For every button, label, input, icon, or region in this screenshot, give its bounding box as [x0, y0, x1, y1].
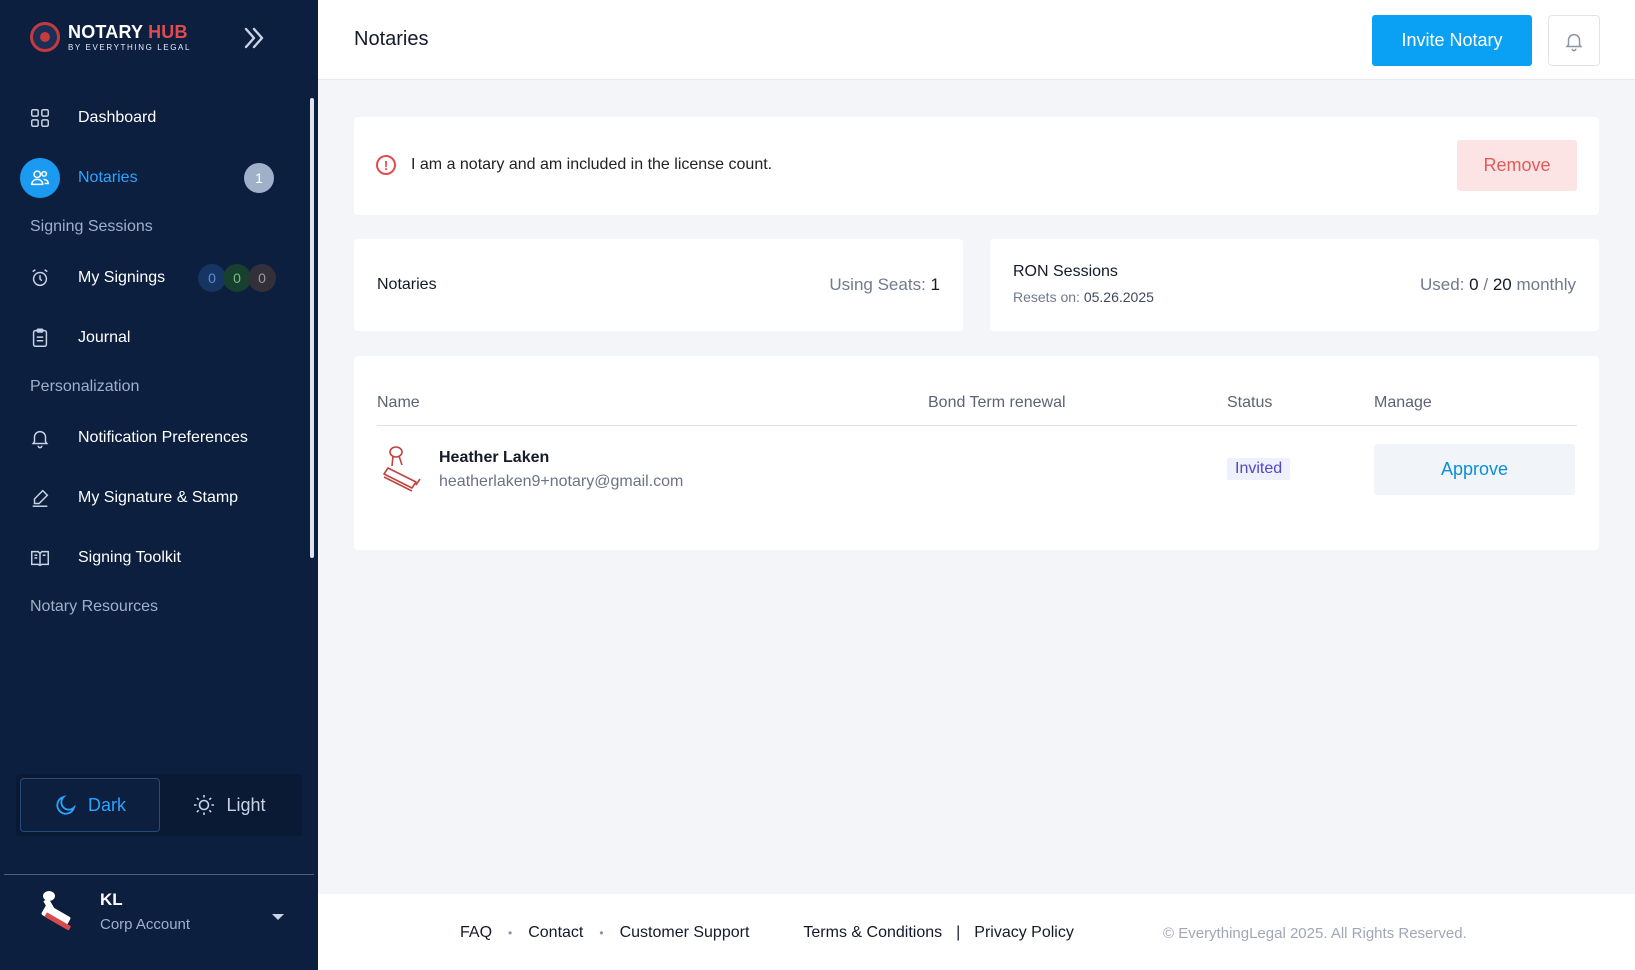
clipboard-icon — [20, 318, 60, 358]
notaries-table: Name Bond Term renewal Status Manage Hea… — [354, 356, 1599, 550]
license-alert-card: ! I am a notary and am included in the l… — [354, 117, 1599, 215]
sidebar-collapse-icon[interactable] — [240, 24, 268, 52]
sidebar-item-journal[interactable]: Journal — [20, 318, 290, 358]
section-title-notary-resources: Notary Resources — [30, 598, 159, 615]
status-badge: Invited — [1227, 458, 1291, 480]
theme-light-label: Light — [226, 794, 266, 815]
footer-link-privacy[interactable]: Privacy Policy — [974, 924, 1074, 942]
sidebar-nav: Dashboard Notaries 1 Signing Sessions My… — [20, 98, 290, 638]
column-header-manage: Manage — [1374, 394, 1432, 411]
sidebar-item-notification-preferences[interactable]: Notification Preferences — [20, 418, 290, 458]
chevron-down-icon[interactable] — [272, 914, 284, 920]
theme-dark-button[interactable]: Dark — [20, 778, 160, 832]
bell-icon — [1565, 33, 1583, 51]
grid-icon — [20, 98, 60, 138]
sidebar-item-label: Journal — [78, 329, 131, 346]
user-initials: KL — [100, 889, 123, 909]
notary-name: Heather Laken — [439, 449, 550, 466]
alert-circle-icon: ! — [376, 155, 396, 175]
footer-dot: • — [508, 926, 513, 940]
signing-count-other: 0 — [248, 264, 276, 292]
stamp-icon — [383, 446, 421, 492]
column-header-bond-term: Bond Term renewal — [928, 394, 1066, 411]
approve-button[interactable]: Approve — [1374, 444, 1575, 495]
brand-seal-icon — [30, 22, 60, 52]
invite-notary-button[interactable]: Invite Notary — [1372, 15, 1532, 66]
section-title-personalization: Personalization — [30, 378, 140, 395]
footer-link-terms[interactable]: Terms & Conditions — [803, 924, 942, 942]
ron-sessions-stat-card: RON Sessions Resets on: 05.26.2025 Used:… — [990, 239, 1599, 331]
sidebar-item-label: Signing Toolkit — [78, 549, 181, 566]
book-icon — [20, 538, 60, 578]
footer: FAQ • Contact • Customer Support Terms &… — [318, 894, 1635, 970]
moon-icon — [56, 795, 76, 815]
sidebar-item-label: My Signings — [78, 269, 166, 286]
page-title: Notaries — [354, 28, 429, 50]
sun-icon — [194, 795, 215, 815]
alarm-clock-icon — [20, 258, 60, 298]
pen-icon — [20, 478, 60, 518]
signing-counts: 0 0 0 — [198, 264, 276, 292]
notaries-stat-card: Notaries Using Seats: 1 — [354, 239, 963, 331]
stamp-avatar-icon — [41, 891, 71, 931]
sidebar-item-my-signings[interactable]: My Signings 0 0 0 — [20, 258, 290, 298]
column-header-status: Status — [1227, 394, 1273, 411]
signing-count-completed: 0 — [223, 264, 251, 292]
notifications-button[interactable] — [1548, 15, 1600, 66]
footer-links: FAQ • Contact • Customer Support Terms &… — [460, 924, 1074, 942]
sidebar-item-label: Dashboard — [78, 109, 157, 126]
user-account-menu[interactable]: KL Corp Account — [32, 886, 190, 936]
bell-icon — [20, 418, 60, 458]
notaries-count-badge: 1 — [244, 163, 274, 193]
sidebar-item-label: My Signature & Stamp — [78, 489, 239, 506]
signing-count-upcoming: 0 — [198, 264, 226, 292]
ron-usage: Used: 0 / 20 monthly — [1419, 275, 1576, 294]
brand-logo[interactable]: NOTARY HUB BY EVERYTHING LEGAL — [30, 22, 191, 52]
footer-link-faq[interactable]: FAQ — [460, 924, 492, 942]
top-header: Notaries Invite Notary — [318, 0, 1635, 80]
table-header-divider — [377, 425, 1577, 426]
stat-title: RON Sessions — [1013, 263, 1118, 280]
sidebar-item-label: Notaries — [78, 169, 138, 186]
section-title-signing-sessions: Signing Sessions — [30, 218, 153, 235]
footer-dot: • — [599, 926, 604, 940]
sidebar-item-label: Notification Preferences — [78, 429, 248, 446]
notary-email: heatherlaken9+notary@gmail.com — [439, 473, 684, 490]
theme-toggle: Dark Light — [16, 774, 302, 836]
footer-link-support[interactable]: Customer Support — [620, 924, 750, 942]
column-header-name: Name — [377, 394, 420, 411]
brand-name: NOTARY HUB — [68, 21, 188, 42]
users-icon — [20, 158, 60, 198]
theme-light-button[interactable]: Light — [160, 778, 298, 832]
brand-subtitle: BY EVERYTHING LEGAL — [68, 42, 192, 52]
sidebar-item-signature-stamp[interactable]: My Signature & Stamp — [20, 478, 290, 518]
resets-date: Resets on: 05.26.2025 — [1013, 289, 1154, 305]
copyright: © EverythingLegal 2025. All Rights Reser… — [1163, 925, 1467, 942]
user-divider — [4, 874, 314, 875]
seats-usage: Using Seats: 1 — [829, 275, 940, 294]
user-role: Corp Account — [100, 915, 191, 933]
theme-dark-label: Dark — [87, 794, 126, 815]
alert-message: I am a notary and am included in the lic… — [411, 156, 773, 173]
sidebar: NOTARY HUB BY EVERYTHING LEGAL Dashboard… — [0, 0, 318, 970]
sidebar-item-notaries[interactable]: Notaries 1 — [20, 158, 290, 198]
remove-button[interactable]: Remove — [1457, 140, 1577, 191]
stat-title: Notaries — [377, 276, 437, 293]
footer-link-contact[interactable]: Contact — [528, 924, 583, 942]
sidebar-item-signing-toolkit[interactable]: Signing Toolkit — [20, 538, 290, 578]
sidebar-scrollbar[interactable] — [310, 98, 314, 558]
footer-separator: | — [956, 924, 961, 941]
sidebar-item-dashboard[interactable]: Dashboard — [20, 98, 290, 138]
